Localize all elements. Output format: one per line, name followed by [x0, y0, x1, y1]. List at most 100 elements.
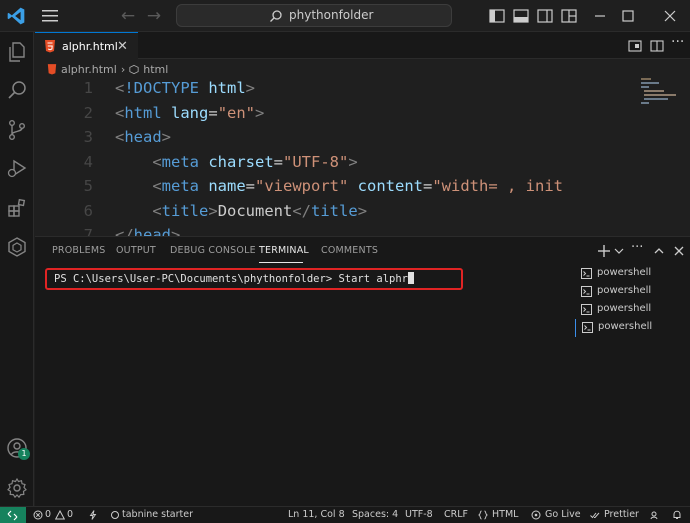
- terminal-instance[interactable]: powershell: [575, 301, 685, 319]
- source-control-icon[interactable]: [5, 118, 29, 142]
- minimize-icon[interactable]: [590, 6, 610, 26]
- code-line[interactable]: 6 <title>Document</title>: [35, 202, 635, 226]
- code-token: charset: [208, 152, 274, 171]
- code-editor[interactable]: 1 <!DOCTYPE html> 2 <html lang="en"> 3 <head>…: [35, 79, 635, 236]
- error-icon: [33, 510, 43, 520]
- language-mode[interactable]: HTML: [492, 509, 518, 520]
- code-token: <: [152, 177, 162, 195]
- code-token: "UTF-8": [283, 152, 349, 171]
- lightning-icon[interactable]: [88, 510, 98, 520]
- extensions-icon[interactable]: [5, 196, 29, 220]
- encoding[interactable]: UTF-8: [405, 509, 433, 520]
- html5-file-icon: [47, 63, 57, 74]
- terminal-icon: [581, 268, 592, 279]
- error-count[interactable]: 0: [45, 509, 51, 520]
- code-token: </: [115, 226, 134, 236]
- more-actions-icon[interactable]: ···: [631, 240, 643, 255]
- indentation[interactable]: Spaces: 4: [352, 509, 398, 520]
- code-line[interactable]: 5 <meta name="viewport" content="width= …: [35, 177, 635, 201]
- breadcrumb-separator: ›: [120, 62, 126, 76]
- tab-output[interactable]: OUTPUT: [116, 245, 156, 256]
- breadcrumb-file[interactable]: alphr.html: [61, 63, 117, 76]
- close-window-icon[interactable]: [660, 6, 680, 26]
- tab-comments[interactable]: COMMENTS: [321, 245, 378, 256]
- run-and-debug-icon[interactable]: [5, 156, 29, 180]
- code-line[interactable]: 1 <!DOCTYPE html>: [35, 79, 635, 103]
- more-actions-icon[interactable]: ···: [671, 34, 684, 50]
- code-line[interactable]: 4 <meta charset="UTF-8">: [35, 153, 635, 177]
- chevron-down-icon[interactable]: [611, 243, 627, 259]
- line-number: 6: [83, 201, 93, 220]
- maximize-icon[interactable]: [618, 6, 638, 26]
- remote-indicator[interactable]: [0, 507, 26, 523]
- code-token: </: [292, 201, 312, 220]
- close-panel-icon[interactable]: [671, 243, 687, 259]
- tabnine-icon: [111, 511, 119, 519]
- code-token: >: [245, 79, 256, 97]
- terminal-instance-active[interactable]: powershell: [575, 319, 685, 337]
- terminal-label: powershell: [598, 321, 653, 332]
- forward-arrow-icon[interactable]: →: [144, 6, 164, 26]
- toggle-secondary-sidebar-icon[interactable]: [536, 7, 554, 25]
- new-terminal-icon[interactable]: [596, 243, 612, 259]
- cursor-position[interactable]: Ln 11, Col 8: [288, 509, 345, 520]
- terminal-cursor: [408, 272, 415, 284]
- line-number: 2: [83, 103, 93, 122]
- code-line[interactable]: 7 </head>: [35, 226, 635, 236]
- terminal-label: powershell: [597, 303, 652, 314]
- maximize-panel-icon[interactable]: [651, 243, 667, 259]
- remote-explorer-icon[interactable]: [5, 235, 29, 259]
- tab-close-button[interactable]: ✕: [117, 39, 128, 54]
- menu-icon[interactable]: [40, 8, 60, 24]
- notifications-bell-icon[interactable]: [672, 510, 682, 520]
- code-token: title: [311, 201, 358, 220]
- open-preview-icon[interactable]: [627, 38, 643, 54]
- explorer-icon[interactable]: [5, 40, 29, 64]
- minimap[interactable]: [641, 78, 677, 108]
- broadcast-icon: [531, 510, 541, 520]
- code-token: =: [208, 103, 218, 122]
- code-token: >: [357, 201, 368, 220]
- split-editor-icon[interactable]: [649, 38, 665, 54]
- prettier-status[interactable]: Prettier: [604, 509, 639, 520]
- code-text: <head>: [115, 128, 171, 146]
- terminal-instance[interactable]: powershell: [575, 265, 685, 283]
- code-token: >: [171, 226, 181, 236]
- code-token: content: [357, 177, 423, 195]
- code-text: <!DOCTYPE html>: [115, 79, 255, 97]
- code-token: head: [133, 226, 171, 236]
- accounts-badge: 1: [18, 448, 30, 460]
- customize-layout-icon[interactable]: [560, 7, 578, 25]
- search-icon: [270, 10, 282, 22]
- back-arrow-icon[interactable]: ←: [118, 6, 138, 26]
- tabnine-status[interactable]: tabnine starter: [122, 509, 193, 520]
- double-check-icon: [590, 512, 600, 519]
- code-token: <: [152, 201, 162, 220]
- code-text: <meta name="viewport" content="width= , …: [115, 177, 563, 195]
- tab-terminal[interactable]: TERMINAL: [259, 245, 309, 256]
- terminal-instance[interactable]: powershell: [575, 283, 685, 301]
- end-of-line[interactable]: CRLF: [444, 509, 468, 520]
- code-line[interactable]: 2 <html lang="en">: [35, 104, 635, 128]
- command-center-search[interactable]: phythonfolder: [176, 4, 452, 27]
- toggle-panel-icon[interactable]: [512, 7, 530, 25]
- toggle-sidebar-icon[interactable]: [488, 7, 506, 25]
- warning-count[interactable]: 0: [67, 509, 73, 520]
- terminal-command-highlight[interactable]: PS C:\Users\User-PC\Documents\phythonfol…: [45, 268, 463, 290]
- tab-debug-console[interactable]: DEBUG CONSOLE: [170, 245, 256, 256]
- code-token: head: [124, 128, 162, 146]
- code-text: <meta charset="UTF-8">: [115, 152, 357, 171]
- code-token: =: [245, 177, 256, 195]
- terminal-label: powershell: [597, 267, 652, 278]
- go-live-button[interactable]: Go Live: [545, 509, 581, 520]
- breadcrumb-node[interactable]: html: [143, 63, 168, 76]
- line-number: 4: [83, 152, 93, 171]
- code-token: lang: [171, 103, 209, 122]
- feedback-icon[interactable]: [650, 510, 660, 520]
- tab-alphr-html[interactable]: alphr.html ✕: [35, 32, 138, 59]
- code-line[interactable]: 3 <head>: [35, 128, 635, 152]
- settings-gear-icon[interactable]: [5, 476, 29, 500]
- search-icon[interactable]: [5, 78, 29, 102]
- tab-problems[interactable]: PROBLEMS: [52, 245, 105, 256]
